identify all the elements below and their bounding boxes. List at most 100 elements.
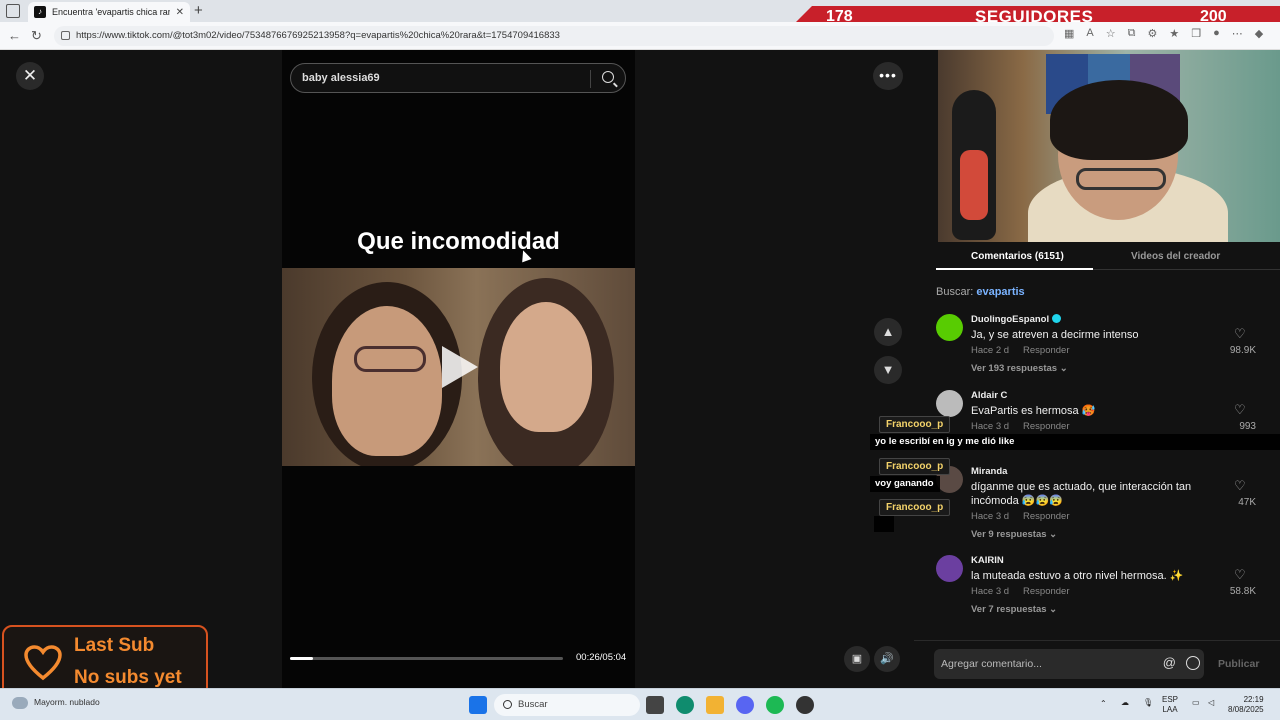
volume-tray-icon[interactable]: ◁: [1208, 698, 1214, 708]
add-comment-placeholder: Agregar comentario...: [941, 658, 1042, 670]
comment-user[interactable]: Aldair C: [971, 390, 1007, 401]
reply-button[interactable]: Responder: [1023, 511, 1069, 522]
translate-icon[interactable]: A: [1086, 27, 1093, 40]
add-comment-input[interactable]: Agregar comentario... @: [934, 649, 1204, 679]
search-icon[interactable]: [602, 71, 614, 83]
mention-icon[interactable]: @: [1163, 655, 1176, 670]
avatar[interactable]: [936, 314, 963, 341]
new-tab-icon[interactable]: +: [194, 2, 203, 19]
taskbar-search[interactable]: Buscar: [494, 694, 640, 716]
related-search-label: Buscar:: [936, 286, 974, 298]
favorite-icon[interactable]: ☆: [1106, 27, 1116, 40]
avatar[interactable]: [936, 555, 963, 582]
weather-text[interactable]: Mayorm. nublado: [34, 697, 100, 707]
tab-actions-icon[interactable]: [6, 4, 20, 18]
back-icon[interactable]: ←: [8, 28, 21, 43]
tools-icon[interactable]: ⚙: [1147, 27, 1157, 40]
weather-icon[interactable]: [12, 697, 28, 709]
copilot-icon[interactable]: ◆: [1255, 27, 1263, 40]
comment-item: Aldair C EvaPartis es hermosa 🥵 Hace 3 d…: [936, 390, 1256, 432]
site-info-icon[interactable]: [61, 31, 70, 40]
menu-icon[interactable]: ⋯: [1232, 27, 1243, 40]
discord-icon[interactable]: [736, 696, 754, 714]
publish-button[interactable]: Publicar: [1218, 658, 1259, 670]
like-heart-icon[interactable]: ♡: [1234, 568, 1246, 581]
tab-comments[interactable]: Comentarios (6151): [971, 251, 1064, 262]
video-player[interactable]: baby alessia69 Que incomodidad 00:26/05:…: [282, 50, 635, 688]
windows-taskbar: Mayorm. nublado Buscar ⌃ ☁ 🎙 ESP LAA ▭ ◁ …: [0, 688, 1280, 720]
spotify-icon[interactable]: [766, 696, 784, 714]
view-replies-button[interactable]: Ver 193 respuestas ⌄: [971, 363, 1068, 374]
comment-item: DuolingoEspanol Ja, y se atreven a decir…: [936, 314, 1256, 376]
network-icon[interactable]: ▭: [1192, 698, 1200, 708]
comment-meta: Hace 3 d Responder: [971, 586, 1084, 597]
play-icon[interactable]: [442, 346, 478, 388]
related-search-term[interactable]: evapartis: [976, 286, 1024, 298]
show-hidden-icons-icon[interactable]: ⌃: [1100, 699, 1107, 709]
reply-button[interactable]: Responder: [1023, 421, 1069, 432]
microphone: [952, 90, 996, 240]
video-frame[interactable]: [282, 268, 635, 466]
chat-message: voy ganando: [870, 476, 940, 492]
like-heart-icon[interactable]: ♡: [1234, 479, 1246, 492]
url-field[interactable]: https://www.tiktok.com/@tot3m02/video/75…: [54, 26, 1054, 46]
next-video-button[interactable]: ▼: [874, 356, 902, 384]
comment-item: Miranda díganme que es actuado, que inte…: [936, 466, 1256, 542]
comment-user[interactable]: KAIRIN: [971, 555, 1004, 566]
collections-icon[interactable]: ❒: [1191, 27, 1201, 40]
chat-message: yo le escribí en ig y me dió like: [870, 434, 1280, 450]
avatar[interactable]: [936, 390, 963, 417]
like-heart-icon[interactable]: ♡: [1234, 403, 1246, 416]
browser-toolbar-icons: ▦ A ☆ ⧉ ⚙ ★ ❒ ● ⋯ ◆: [1064, 27, 1263, 40]
more-options-button[interactable]: •••: [873, 62, 903, 90]
related-search[interactable]: Buscar: evapartis: [936, 286, 1025, 298]
comment-time: Hace 3 d: [971, 586, 1010, 597]
view-replies-text: Ver 193 respuestas: [971, 363, 1058, 374]
streamer-glasses: [1076, 168, 1166, 190]
volume-button[interactable]: 🔊: [874, 646, 900, 672]
language-top: ESP: [1162, 695, 1179, 704]
obs-icon[interactable]: [796, 696, 814, 714]
comment-user[interactable]: DuolingoEspanol: [971, 314, 1062, 325]
start-icon[interactable]: [469, 696, 487, 714]
edge-icon[interactable]: [676, 696, 694, 714]
active-tab-indicator: [936, 268, 1093, 270]
extensions-icon[interactable]: ⧉: [1128, 27, 1136, 40]
video-search-bar[interactable]: baby alessia69: [290, 63, 626, 93]
url-text: https://www.tiktok.com/@tot3m02/video/75…: [76, 30, 560, 41]
cloud-icon[interactable]: ☁: [1121, 698, 1129, 708]
like-count: 58.8K: [1229, 586, 1256, 597]
browser-tab-active[interactable]: ♪ Encuentra 'evapartis chica rara' en ✕: [28, 2, 190, 22]
close-tab-icon[interactable]: ✕: [176, 7, 184, 18]
profile-icon[interactable]: ●: [1213, 27, 1220, 40]
comment-user[interactable]: Miranda: [971, 466, 1007, 477]
clock[interactable]: 22:19 8/08/2025: [1228, 695, 1264, 715]
reply-button[interactable]: Responder: [1023, 345, 1069, 356]
video-caption-overlay: Que incomodidad: [357, 228, 560, 255]
picture-in-picture-button[interactable]: ▣: [844, 646, 870, 672]
add-comment-bar: Agregar comentario... @ Publicar: [914, 640, 1280, 688]
taskbar-search-text: Buscar: [518, 699, 548, 710]
tab-creator-videos[interactable]: Videos del creador: [1131, 251, 1220, 262]
like-heart-icon[interactable]: ♡: [1234, 327, 1246, 340]
mic-tray-icon[interactable]: 🎙: [1143, 698, 1153, 708]
file-explorer-icon[interactable]: [706, 696, 724, 714]
close-video-button[interactable]: ✕: [16, 62, 44, 90]
video-progress-bar[interactable]: [290, 657, 563, 660]
microphone-glow: [960, 150, 988, 220]
reload-icon[interactable]: ↻: [31, 28, 42, 44]
chat-username: Francooo_p: [879, 416, 951, 433]
comment-text: díganme que es actuado, que interacción …: [971, 481, 1192, 507]
task-view-icon[interactable]: [646, 696, 664, 714]
view-replies-button[interactable]: Ver 7 respuestas ⌄: [971, 604, 1057, 615]
previous-video-button[interactable]: ▲: [874, 318, 902, 346]
reply-button[interactable]: Responder: [1023, 586, 1069, 597]
view-replies-button[interactable]: Ver 9 respuestas ⌄: [971, 529, 1057, 540]
emoji-icon[interactable]: [1186, 656, 1200, 670]
language-indicator[interactable]: ESP LAA: [1162, 695, 1178, 715]
apps-icon[interactable]: ▦: [1064, 27, 1074, 40]
tiktok-page: ✕ baby alessia69 Que incomodidad 00:26/0…: [0, 50, 1280, 688]
favorites-bar-icon[interactable]: ★: [1169, 27, 1179, 40]
streamer-hair: [1050, 80, 1188, 160]
last-sub-title: Last Sub: [74, 635, 155, 656]
